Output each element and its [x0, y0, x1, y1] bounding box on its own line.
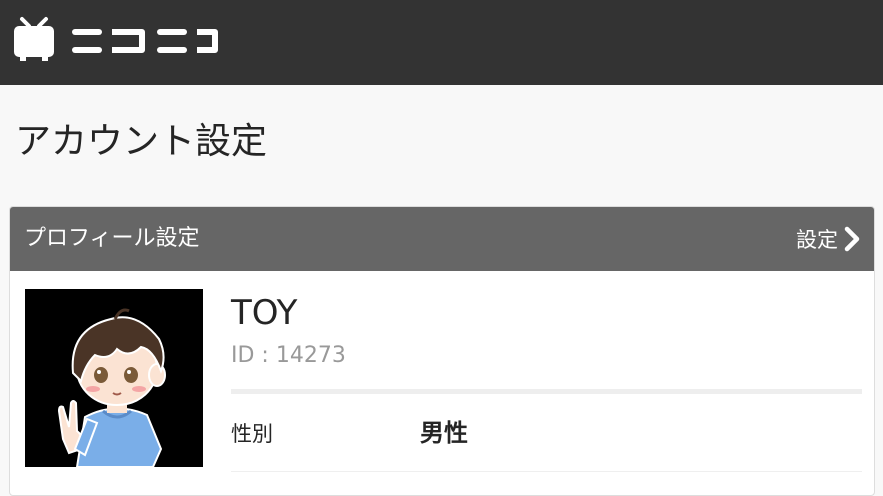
user-name: TOY: [231, 293, 298, 333]
site-header: [0, 0, 883, 85]
profile-divider: [231, 389, 862, 394]
profile-card-title: プロフィール設定: [24, 226, 200, 251]
user-id: ID : 14273: [231, 343, 346, 368]
gender-label: 性別: [231, 422, 273, 446]
tv-icon: [14, 17, 218, 61]
page-title: アカウント設定: [15, 121, 268, 162]
chevron-right-icon: [844, 226, 860, 252]
profile-settings-card: プロフィール設定 設定 TOY ID: 14273 性別 男性: [9, 206, 875, 496]
gender-value: 男性: [420, 419, 468, 447]
profile-settings-link[interactable]: 設定: [796, 221, 860, 257]
avatar-illustration: [25, 289, 203, 467]
avatar[interactable]: [25, 289, 203, 467]
profile-card-header: プロフィール設定 設定: [10, 207, 874, 271]
niconico-logo[interactable]: [12, 16, 222, 64]
row-divider: [231, 471, 862, 472]
settings-link-label: 設定: [796, 228, 838, 252]
